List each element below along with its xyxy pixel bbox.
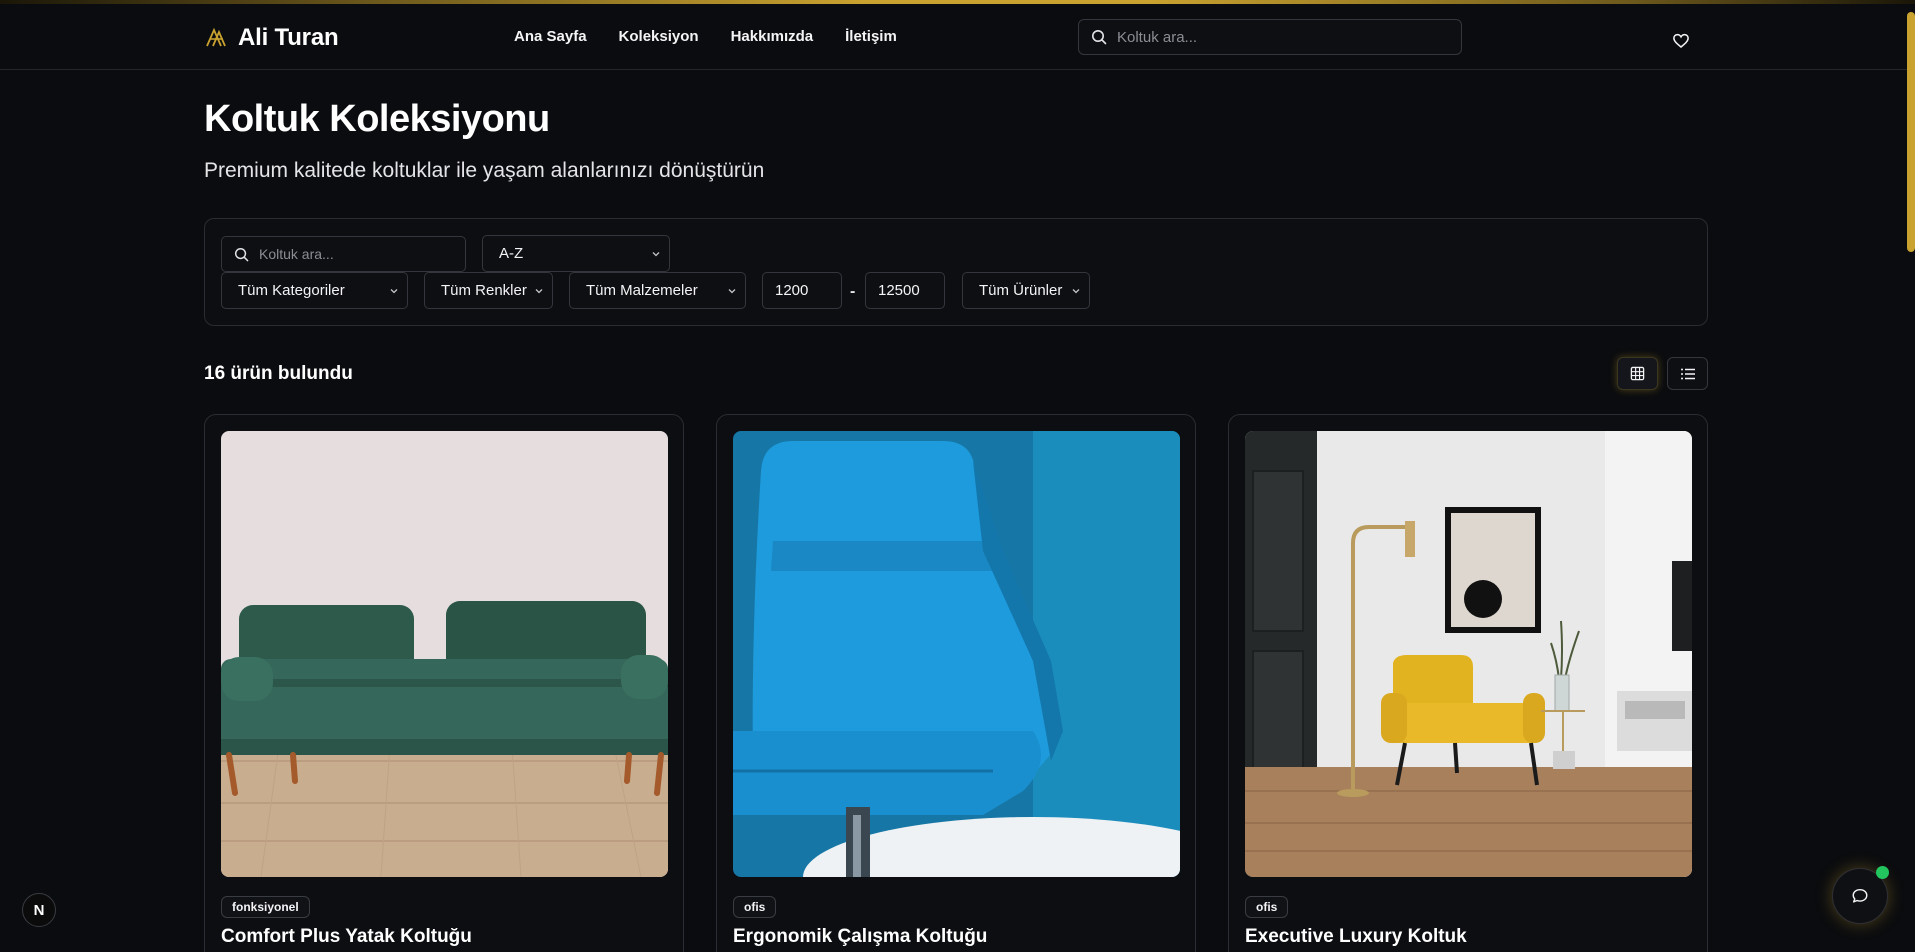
- availability-select[interactable]: Tüm Ürünler: [962, 272, 1090, 309]
- availability-select-value: Tüm Ürünler: [979, 282, 1063, 299]
- filter-panel: A-Z Tüm Kategoriler Tüm Renkler Tüm Malz…: [204, 218, 1708, 326]
- nav-contact[interactable]: İletişim: [845, 28, 897, 45]
- page-subtitle: Premium kalitede koltuklar ile yaşam ala…: [204, 159, 765, 182]
- color-select[interactable]: Tüm Renkler: [424, 272, 553, 309]
- product-image-green-velvet-sofa[interactable]: [221, 431, 668, 877]
- price-range-separator: -: [850, 283, 856, 300]
- header-search: [1078, 19, 1462, 55]
- price-max-input[interactable]: 12500: [865, 272, 945, 309]
- nav-home[interactable]: Ana Sayfa: [514, 28, 587, 45]
- chevron-down-icon: [652, 252, 660, 257]
- scrollbar-thumb[interactable]: [1907, 12, 1915, 252]
- product-category-badge: ofis: [1245, 896, 1289, 918]
- brand-name: Ali Turan: [238, 24, 339, 51]
- main-nav: Ana Sayfa Koleksiyon Hakkımızda İletişim: [514, 28, 897, 45]
- heart-icon[interactable]: [1672, 32, 1690, 50]
- product-card[interactable]: ofis Ergonomik Çalışma Koltuğu: [716, 414, 1196, 952]
- next-logo-icon[interactable]: N: [22, 893, 56, 927]
- price-min-input[interactable]: 1200: [762, 272, 842, 309]
- sort-select-value: A-Z: [499, 245, 524, 262]
- site-header: Ali Turan Ana Sayfa Koleksiyon Hakkımızd…: [0, 4, 1915, 70]
- logo-icon: [206, 27, 226, 47]
- product-image-blue-office-chair[interactable]: [733, 431, 1180, 877]
- grid-icon: [1630, 366, 1645, 381]
- category-select[interactable]: Tüm Kategoriler: [221, 272, 408, 309]
- list-icon: [1680, 368, 1695, 379]
- material-select-value: Tüm Malzemeler: [586, 282, 698, 299]
- product-title[interactable]: Executive Luxury Koltuk: [1245, 926, 1467, 948]
- product-title[interactable]: Comfort Plus Yatak Koltuğu: [221, 926, 472, 948]
- sort-select[interactable]: A-Z: [482, 235, 670, 272]
- online-status-dot: [1876, 866, 1889, 879]
- chevron-down-icon: [535, 289, 543, 294]
- product-card[interactable]: ofis Executive Luxury Koltuk: [1228, 414, 1708, 952]
- nav-collection[interactable]: Koleksiyon: [619, 28, 699, 45]
- product-card[interactable]: fonksiyonel Comfort Plus Yatak Koltuğu: [204, 414, 684, 952]
- material-select[interactable]: Tüm Malzemeler: [569, 272, 746, 309]
- category-select-value: Tüm Kategoriler: [238, 282, 345, 299]
- page-title: Koltuk Koleksiyonu: [204, 98, 550, 140]
- result-count: 16 ürün bulundu: [204, 363, 353, 384]
- filter-search-input[interactable]: [259, 246, 459, 262]
- search-icon: [234, 247, 249, 261]
- chevron-down-icon: [1072, 289, 1080, 294]
- chat-icon: [1852, 888, 1868, 903]
- header-search-input[interactable]: [1117, 28, 1437, 46]
- product-category-badge: fonksiyonel: [221, 896, 310, 918]
- product-image-yellow-armchair-room[interactable]: [1245, 431, 1692, 877]
- chevron-down-icon: [390, 289, 398, 294]
- product-category-badge: ofis: [733, 896, 777, 918]
- search-icon: [1092, 30, 1107, 45]
- grid-view-button[interactable]: [1617, 357, 1658, 390]
- nav-about[interactable]: Hakkımızda: [731, 28, 814, 45]
- filter-search: [221, 236, 466, 272]
- product-title[interactable]: Ergonomik Çalışma Koltuğu: [733, 926, 987, 948]
- list-view-button[interactable]: [1667, 357, 1708, 390]
- brand-logo[interactable]: Ali Turan: [204, 24, 339, 52]
- chevron-down-icon: [728, 289, 736, 294]
- color-select-value: Tüm Renkler: [441, 282, 527, 299]
- page-scrollbar[interactable]: [1907, 4, 1915, 952]
